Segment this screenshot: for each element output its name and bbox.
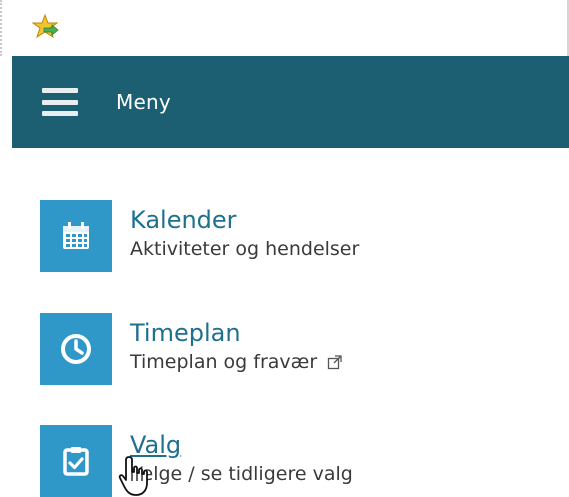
clock-icon [61, 334, 91, 364]
tile-valg[interactable] [40, 425, 112, 497]
external-link-icon [328, 355, 342, 370]
menu-item-subtitle: Timeplan og fravær [130, 349, 343, 375]
subtitle-text: Aktiviteter og hendelser [130, 238, 360, 260]
menu-item-subtitle: Aktiviteter og hendelser [130, 236, 359, 262]
menu-item-title[interactable]: Valg [130, 431, 353, 459]
tile-kalender[interactable] [40, 200, 112, 272]
browser-favorites-bar [0, 0, 569, 56]
add-to-favorites-star-icon[interactable] [32, 13, 60, 41]
tile-timeplan[interactable] [40, 313, 112, 385]
menu-header: Meny [12, 56, 569, 148]
menu-item-title[interactable]: Kalender [130, 206, 359, 234]
checklist-icon [63, 447, 89, 476]
menu-item-text: Timeplan Timeplan og fravær [130, 319, 343, 375]
menu-item-kalender[interactable]: Kalender Aktiviteter og hendelser [40, 200, 359, 272]
subtitle-text: Timeplan og fravær [130, 351, 318, 373]
menu-label[interactable]: Meny [116, 90, 171, 114]
menu-item-subtitle: Velge / se tidligere valg [130, 461, 353, 487]
menu-item-valg[interactable]: Valg Velge / se tidligere valg [40, 425, 353, 497]
subtitle-text: Velge / se tidligere valg [130, 463, 353, 485]
menu-item-title[interactable]: Timeplan [130, 319, 343, 347]
calendar-icon [63, 222, 89, 249]
menu-item-text: Valg Velge / se tidligere valg [130, 431, 353, 487]
page: Meny Kalender Aktiviteter og hendelser T… [0, 0, 569, 497]
menu-item-timeplan[interactable]: Timeplan Timeplan og fravær [40, 313, 343, 385]
hamburger-menu-icon[interactable] [42, 88, 78, 116]
menu-item-text: Kalender Aktiviteter og hendelser [130, 206, 359, 262]
